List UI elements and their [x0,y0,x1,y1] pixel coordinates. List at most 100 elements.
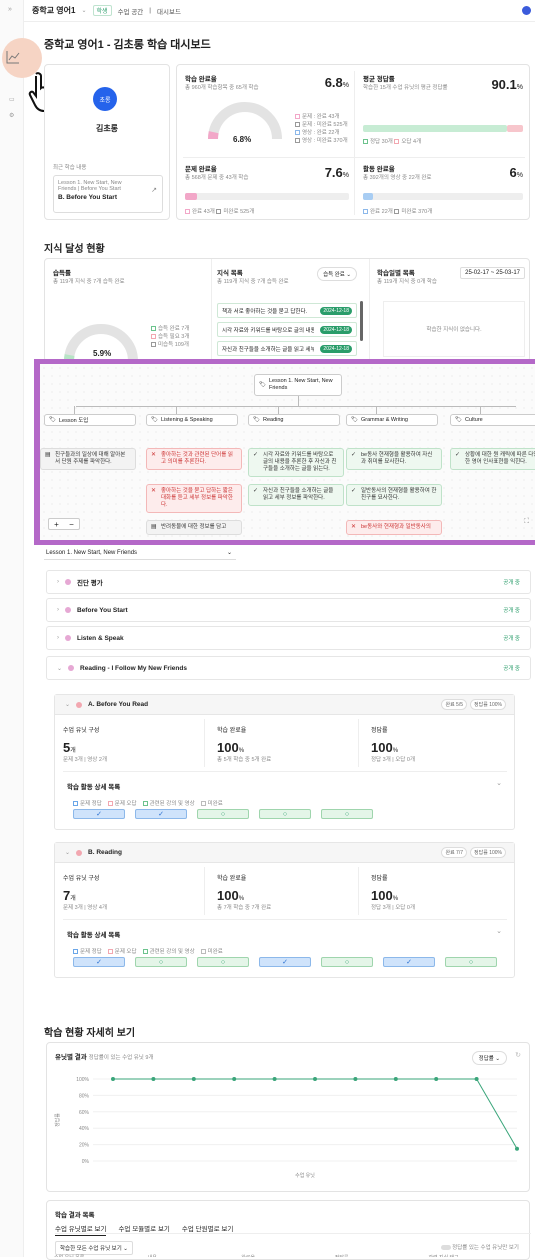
map-leaf-node[interactable]: ✕ be동사와 현재형과 일반동사의 [346,520,442,535]
chevron-down-icon[interactable]: ⌄ [65,701,70,708]
data-point[interactable] [353,1077,358,1081]
unit-panel: ⌄ A. Before You Read 완료 5/5 정답률 100% 수업 유닛 구… [54,694,515,830]
refresh-icon[interactable]: ↻ [515,1051,521,1059]
user-avatar[interactable] [522,6,531,15]
knowledge-item-date: 2024-12-18 [320,344,352,353]
module-accordion[interactable]: › Listen & Speak 공개 중 [46,626,531,650]
activity-mark[interactable]: ○ [259,809,311,819]
data-point[interactable] [151,1077,156,1081]
scrollbar[interactable] [360,301,363,341]
chevron-right-icon[interactable]: › [57,607,59,613]
data-point[interactable] [191,1077,196,1081]
module-accordion[interactable]: ⌄ Reading - I Follow My New Friends 공개 중 [46,656,531,680]
chart-subtitle: 정답률이 있는 수업 유닛 9개 [88,1055,154,1061]
publish-status: 공개 중 [503,636,520,642]
zoom-in-button[interactable]: + [54,520,59,529]
knowledge-map[interactable]: 🏷 Lesson 1. New Start, New Friends 🏷 Lesso… [40,364,535,540]
knowledge-item-text: 시각 자료와 키워드를 바탕으로 글의 내용... [222,327,314,334]
module-dot [65,635,71,641]
activity-mark[interactable]: ○ [321,809,373,819]
date-range-input[interactable]: 25-02-17 ~ 25-03-17 [460,267,525,279]
unit-result-chart-card: 유닛별 결과 정답률이 있는 수업 유닛 9개 정답률 ⌄ ↻ 100% 80% 6… [46,1042,530,1192]
activity-mark[interactable]: ○ [321,957,373,967]
map-connector [278,406,279,414]
map-leaf-node[interactable]: ✓ be동사 현재형을 활용하여 자신과 취미를 묘사한다. [346,448,442,470]
line-chart: 100% 80% 60% 40% 20% 0% 정답률수업 유닛 [54,1077,519,1179]
knowledge-list-item[interactable]: 책과 서로 좋아하는 것을 묻고 답한다. 2024-12-18 [217,303,357,318]
activity-mark[interactable]: ○ [135,957,187,967]
map-leaf-node[interactable]: ✓ 상황에 대한 뭔 캐릭에 따른 다양한 영어 인사표현을 익힌다. [450,448,535,470]
data-point[interactable] [272,1077,277,1081]
expand-icon[interactable]: » [8,6,12,13]
unit-header[interactable]: ⌄ B. Reading 완료 7/7 정답률 100% [55,843,514,863]
tag-icon: 🏷 [259,381,266,388]
knowledge-list-item[interactable]: 자신과 친구들을 소개하는 글을 읽고 세부... 2024-12-18 [217,341,357,356]
only-scored-toggle[interactable]: 정답률 있는 수업 유닛만 보기 [440,1243,519,1251]
dashboard-icon[interactable] [6,50,20,64]
activity-mark[interactable]: ✓ [73,957,125,967]
stats-card: 학습 완료율 총 960개 학습항목 중 65개 학습 6.8% 6.8% 문제… [176,64,530,220]
data-point[interactable] [515,1146,519,1151]
activity-bar [363,193,523,200]
activity-mark[interactable]: ✓ [383,957,435,967]
data-point[interactable] [232,1077,237,1081]
publish-status: 공개 중 [503,666,520,672]
activity-mark[interactable]: ○ [445,957,497,967]
course-title[interactable]: 중학교 영어1 [32,5,75,16]
data-point[interactable] [111,1077,115,1081]
external-link-icon[interactable]: ↗ [151,186,157,194]
map-column-node[interactable]: 🏷 Lesson 도입 [44,414,136,426]
chevron-right-icon[interactable]: › [57,579,59,585]
recent-learning-card[interactable]: Lesson 1. New Start, New Friends | Befor… [53,175,163,213]
map-zoom-controls: + − [48,518,80,530]
lesson-select[interactable]: Lesson 1. New Start, New Friends ⌄ [44,548,236,560]
results-tab[interactable]: 수업 단원별로 보기 [182,1226,233,1233]
chevron-right-icon[interactable]: › [57,635,59,641]
unit-header[interactable]: ⌄ A. Before You Read 완료 5/5 정답률 100% [55,695,514,715]
settings-icon[interactable]: ⚙ [9,112,14,119]
map-leaf-node[interactable]: ✕ 좋아하는 것과 관련된 단어를 읽고 의미를 추론한다. [146,448,242,470]
map-leaf-node[interactable]: ▤ 반려동물에 대한 정보를 담고 [146,520,242,535]
learning-legend: 문제 : 완료 43개 문제 : 미완료 525개 영상 : 완료 22개 영상… [295,113,348,145]
map-leaf-node[interactable]: ✓ 자신과 친구들을 소개하는 글을 읽고 세부 정보를 파악한다. [248,484,344,506]
unit-pills: 완료 5/5 정답률 100% [441,699,506,710]
chevron-down-icon[interactable]: ⌄ [496,779,502,787]
chevron-down-icon[interactable]: ⌄ [496,927,502,935]
data-point[interactable] [474,1077,479,1081]
map-column-node[interactable]: 🏷 Grammar & Writing [346,414,438,426]
activity-mark[interactable]: ○ [197,957,249,967]
map-leaf-node[interactable]: ✓ 시각 자료와 키워드를 바탕으로 글의 내용을 추론한 후 자신과 친구들을 … [248,448,344,477]
map-root-node[interactable]: 🏷 Lesson 1. New Start, New Friends [254,374,342,396]
activity-mark[interactable]: ✓ [259,957,311,967]
module-accordion[interactable]: › 진단 평가 공개 중 [46,570,531,594]
book-icon[interactable]: ▭ [9,96,15,103]
data-point[interactable] [434,1077,439,1081]
y-tick-label: 40% [79,1126,90,1132]
module-accordion[interactable]: › Before You Start 공개 중 [46,598,531,622]
map-column-node[interactable]: 🏷 Culture [450,414,535,426]
breadcrumb-space[interactable]: 수업 공간 [118,6,144,16]
zoom-out-button[interactable]: − [69,520,74,529]
knowledge-list-item[interactable]: 시각 자료와 키워드를 바탕으로 글의 내용... 2024-12-18 [217,322,357,337]
activity-mark[interactable]: ✓ [135,809,187,819]
metric-select[interactable]: 정답률 ⌄ [471,1051,507,1065]
chevron-down-icon[interactable]: ⌄ [81,7,86,14]
data-point[interactable] [393,1077,398,1081]
chevron-down-icon[interactable]: ⌄ [65,849,70,856]
chevron-down-icon[interactable]: ⌄ [57,665,62,672]
map-leaf-node[interactable]: ▤ 친구들과의 일상에 대해 알아본 서 단원 주제를 파악한다. [40,448,136,470]
activity-mark[interactable]: ○ [197,809,249,819]
data-point[interactable] [313,1077,317,1081]
results-tab[interactable]: 수업 유닛별로 보기 [55,1226,107,1236]
map-column-node[interactable]: 🏷 Listening & Speaking [146,414,238,426]
results-tab[interactable]: 수업 모듈별로 보기 [118,1226,169,1233]
knowledge-filter-select[interactable]: 습득 완료 ⌄ [317,267,357,281]
results-card: 학습 결과 목록 수업 유닛별로 보기 수업 모듈별로 보기 수업 단원별로 보기 … [46,1200,531,1260]
map-leaf-node[interactable]: ✕ 좋아하는 것을 묻고 답하는 짧은 대화를 듣고 세부 정보를 파악한다. [146,484,242,513]
map-leaf-node[interactable]: ✓ 일반동사의 현재형을 활용하여 한 친구를 묘사한다. [346,484,442,506]
map-column-node[interactable]: 🏷 Reading [248,414,340,426]
map-connector [176,406,177,414]
fit-screen-icon[interactable]: ⛶ [524,518,529,526]
check-icon: ✓ [455,452,461,458]
activity-mark[interactable]: ✓ [73,809,125,819]
